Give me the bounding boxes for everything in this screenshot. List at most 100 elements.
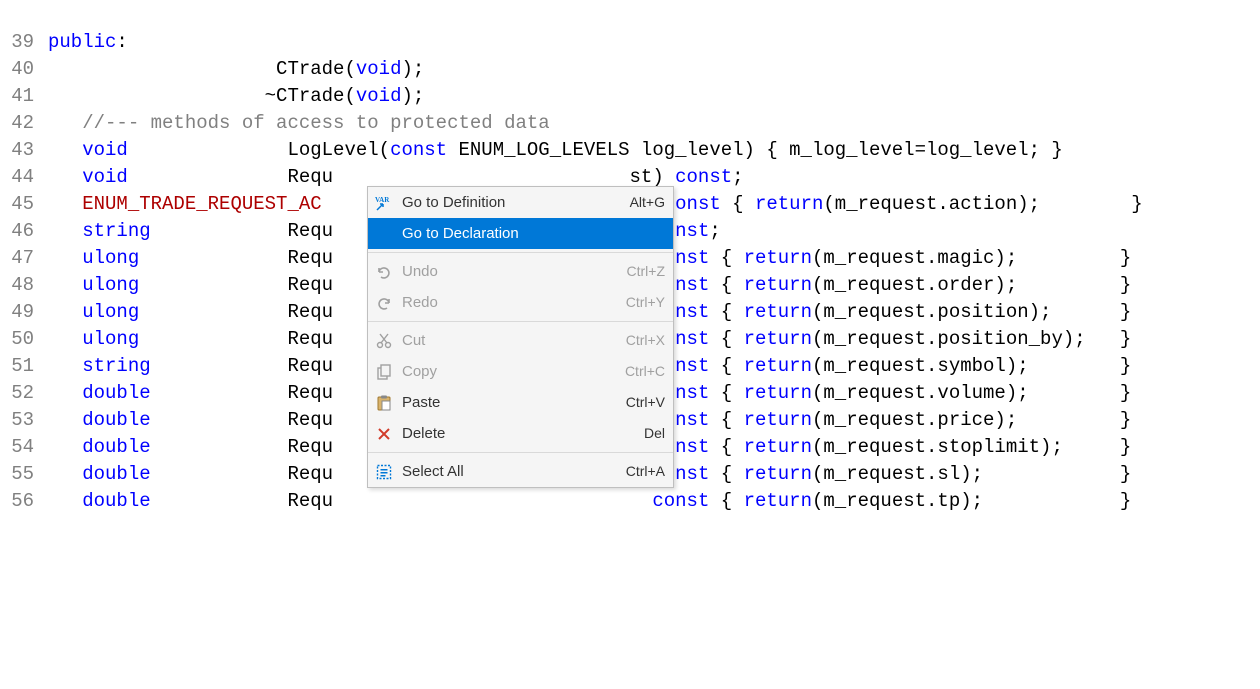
token: { (709, 328, 743, 350)
token: void (356, 85, 402, 107)
token: ulong (82, 274, 139, 296)
token: (m_request.position_by); } (812, 328, 1131, 350)
token: Requ (139, 328, 333, 350)
code-line[interactable]: double Requ const { return(m_request.tp)… (48, 488, 1260, 515)
menu-cut[interactable]: Cut Ctrl+X (368, 325, 673, 356)
token (48, 139, 82, 161)
token (48, 328, 82, 350)
token: double (82, 463, 150, 485)
token (48, 382, 82, 404)
token: ); (401, 58, 424, 80)
token: { (709, 274, 743, 296)
token: const (652, 490, 709, 512)
token: const (675, 166, 732, 188)
menu-label: Copy (402, 358, 613, 385)
delete-icon (374, 424, 394, 444)
context-menu: VAR Go to Definition Alt+G Go to Declara… (367, 186, 674, 488)
token (48, 193, 82, 215)
line-number: 48 (0, 272, 40, 299)
token: { (709, 409, 743, 431)
token: (m_request.position); } (812, 301, 1131, 323)
menu-shortcut: Ctrl+Z (615, 258, 666, 285)
menu-redo[interactable]: Redo Ctrl+Y (368, 287, 673, 318)
svg-text:VAR: VAR (375, 196, 390, 204)
token (48, 436, 82, 458)
token: (m_request.symbol); } (812, 355, 1131, 377)
menu-label: Go to Declaration (402, 220, 653, 247)
token (48, 166, 82, 188)
token: public (48, 31, 116, 53)
token: ENUM_TRADE_REQUEST_AC (82, 193, 321, 215)
token: (m_request.order); } (812, 274, 1131, 296)
menu-separator (368, 452, 673, 453)
token: return (744, 328, 812, 350)
token (48, 220, 82, 242)
menu-label: Delete (402, 420, 632, 447)
token: Requ (151, 490, 333, 512)
token: return (744, 247, 812, 269)
code-line[interactable]: //--- methods of access to protected dat… (48, 110, 1260, 137)
menu-shortcut: Ctrl+A (614, 458, 665, 485)
line-number: 39 (0, 29, 40, 56)
code-line[interactable]: CTrade(void); (48, 56, 1260, 83)
token: ulong (82, 301, 139, 323)
token: (m_request.price); } (812, 409, 1131, 431)
menu-goto-definition[interactable]: VAR Go to Definition Alt+G (368, 187, 673, 218)
line-number: 44 (0, 164, 40, 191)
goto-definition-icon: VAR (374, 193, 394, 213)
token: ENUM_LOG_LEVELS log_level) { m_log_level… (447, 139, 1063, 161)
token: void (82, 139, 128, 161)
line-number: 45 (0, 191, 40, 218)
token: void (356, 58, 402, 80)
code-line[interactable]: ~CTrade(void); (48, 83, 1260, 110)
menu-shortcut: Ctrl+Y (614, 289, 665, 316)
token: LogLevel( (128, 139, 390, 161)
menu-separator (368, 252, 673, 253)
token: double (82, 409, 150, 431)
menu-undo[interactable]: Undo Ctrl+Z (368, 256, 673, 287)
token: { (721, 193, 755, 215)
token (48, 274, 82, 296)
token: return (744, 463, 812, 485)
menu-copy[interactable]: Copy Ctrl+C (368, 356, 673, 387)
line-number: 42 (0, 110, 40, 137)
menu-shortcut: Ctrl+C (613, 358, 665, 385)
token: { (709, 463, 743, 485)
line-number: 46 (0, 218, 40, 245)
code-editor[interactable]: 394041424344454647484950515253545556 pub… (0, 27, 1260, 527)
menu-paste[interactable]: Paste Ctrl+V (368, 387, 673, 418)
code-line[interactable]: void LogLevel(const ENUM_LOG_LEVELS log_… (48, 137, 1260, 164)
line-number: 56 (0, 488, 40, 515)
token: { (709, 301, 743, 323)
line-number: 40 (0, 56, 40, 83)
token: Requ (151, 382, 333, 404)
token (48, 247, 82, 269)
token: double (82, 436, 150, 458)
token: Requ (139, 301, 333, 323)
token: { (709, 247, 743, 269)
token: //--- methods of access to protected dat… (82, 112, 549, 134)
code-line[interactable]: public: (48, 29, 1260, 56)
token (48, 112, 82, 134)
token: : (116, 31, 127, 53)
menu-delete[interactable]: Delete Del (368, 418, 673, 449)
paste-icon (374, 393, 394, 413)
menu-goto-declaration[interactable]: Go to Declaration (368, 218, 673, 249)
menu-select-all[interactable]: Select All Ctrl+A (368, 456, 673, 487)
line-number: 47 (0, 245, 40, 272)
copy-icon (374, 362, 394, 382)
token: CTrade( (48, 58, 356, 80)
token: const (390, 139, 447, 161)
token: string (82, 220, 150, 242)
token: { (709, 436, 743, 458)
token: return (744, 436, 812, 458)
token: st) (333, 166, 675, 188)
menu-shortcut: Ctrl+V (614, 389, 665, 416)
token: return (755, 193, 823, 215)
token: return (744, 274, 812, 296)
token: ulong (82, 247, 139, 269)
menu-label: Select All (402, 458, 614, 485)
menu-label: Cut (402, 327, 614, 354)
menu-shortcut: Alt+G (618, 189, 665, 216)
token: Requ (151, 220, 333, 242)
